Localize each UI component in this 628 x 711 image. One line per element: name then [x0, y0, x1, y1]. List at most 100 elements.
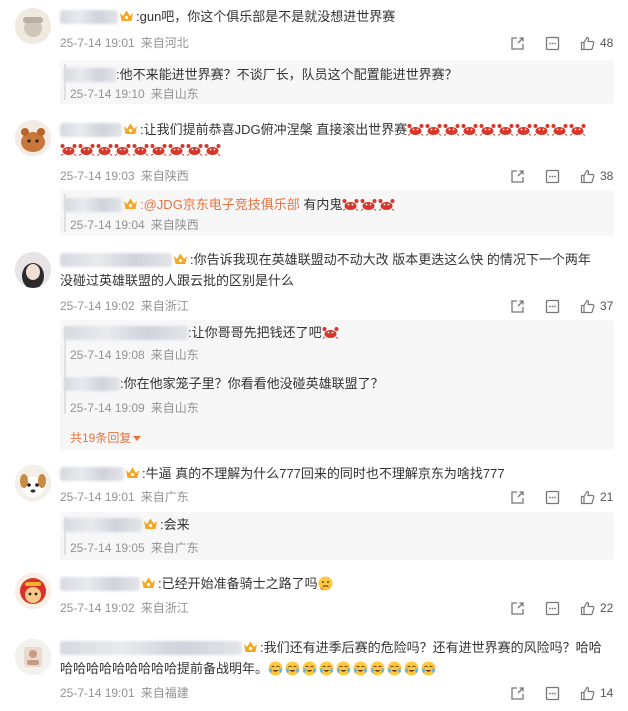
reply-location: 来自广东: [150, 541, 199, 555]
like-count: 21: [600, 490, 614, 504]
thumbs-up-icon[interactable]: [580, 686, 595, 701]
comment-actions: 38: [490, 168, 616, 184]
username[interactable]: [60, 641, 242, 655]
reply-time: 25-7-14 19:08: [70, 348, 145, 362]
emoji-row: [342, 197, 396, 212]
comment-icon[interactable]: [545, 36, 560, 51]
vip-crown-icon: [126, 467, 139, 478]
avatar[interactable]: [15, 639, 51, 675]
crab-emoji-icon: [150, 144, 167, 156]
comment-time: 25-7-14 19:02: [60, 601, 135, 615]
comment-location: 来自陕西: [140, 169, 189, 183]
emoji-row: [407, 122, 587, 137]
username[interactable]: [64, 518, 142, 532]
comment-icon[interactable]: [545, 686, 560, 701]
crab-emoji-icon: [342, 199, 359, 211]
comment-text: :gun吧，你这个俱乐部是不是就没想进世界赛: [136, 9, 396, 24]
comment-actions: 48: [490, 35, 616, 51]
comment-icon[interactable]: [545, 169, 560, 184]
username[interactable]: [60, 577, 140, 591]
comment-item: :让我们提前恭喜JDG俯冲涅槃 直接滚出世界赛 25-7-14 19:03 来自陕…: [0, 110, 628, 240]
crying-laugh-emoji-icon: [285, 661, 300, 676]
more-replies-link[interactable]: 共19条回复: [70, 430, 142, 446]
comment-line: :牛逼 真的不理解为什么777回来的同时也不理解京东为啥找777: [60, 464, 614, 484]
vip-crown-icon: [142, 577, 155, 588]
share-icon[interactable]: [510, 299, 525, 314]
comment-location: 来自广东: [140, 490, 189, 504]
crying-laugh-emoji-icon: [336, 661, 351, 676]
username[interactable]: [64, 377, 120, 391]
comment-text: 哈哈哈哈哈哈哈哈哈提前备战明年。: [60, 661, 269, 676]
username[interactable]: [64, 326, 188, 340]
comment-location: 来自浙江: [140, 601, 189, 615]
vip-crown-icon: [124, 198, 137, 209]
share-icon[interactable]: [510, 490, 525, 505]
thumbs-up-icon[interactable]: [580, 601, 595, 616]
crying-laugh-emoji-icon: [387, 661, 402, 676]
comment-item: :我们还有进季后赛的危险吗？还有进世界赛的风险吗？哈哈 哈哈哈哈哈哈哈哈哈提前备…: [0, 627, 628, 711]
comment-text: :我们还有进季后赛的危险吗？还有进世界赛的风险吗？哈哈: [260, 640, 602, 655]
username[interactable]: [60, 123, 122, 137]
comment-icon[interactable]: [545, 601, 560, 616]
crying-laugh-emoji-icon: [404, 661, 419, 676]
comment-text: :你告诉我现在英雄联盟动不动大改 版本更迭这么快 的情况下一个两年: [190, 252, 591, 267]
emoji-row: [322, 325, 340, 340]
reply-meta: 25-7-14 19:10 来自山东: [70, 86, 199, 102]
thumbs-up-icon[interactable]: [580, 490, 595, 505]
comment-line: :让我们提前恭喜JDG俯冲涅槃 直接滚出世界赛: [60, 120, 614, 140]
share-icon[interactable]: [510, 686, 525, 701]
reply-line: :他不来能进世界赛？不谈厂长，队员这个配置能进世界赛？: [64, 65, 458, 85]
crab-emoji-icon: [479, 124, 496, 136]
comment-location: 来自福建: [140, 686, 189, 700]
comment-time: 25-7-14 19:01: [60, 490, 135, 504]
avatar[interactable]: [15, 8, 51, 44]
thumbs-up-icon[interactable]: [580, 36, 595, 51]
reply-meta: 25-7-14 19:05 来自广东: [70, 540, 199, 556]
reply-location: 来自山东: [150, 348, 199, 362]
crab-emoji-icon: [443, 124, 460, 136]
more-replies-label: 共19条回复: [70, 431, 132, 445]
reply-line: :你在他家笼子里？你看看他没碰英雄联盟了？: [64, 374, 384, 394]
comment-time: 25-7-14 19:02: [60, 299, 135, 313]
username[interactable]: [60, 10, 118, 24]
share-icon[interactable]: [510, 169, 525, 184]
mention-link[interactable]: :@JDG京东电子竞技俱乐部: [140, 197, 300, 212]
comment-line: :你告诉我现在英雄联盟动不动大改 版本更迭这么快 的情况下一个两年: [60, 250, 614, 270]
share-icon[interactable]: [510, 36, 525, 51]
avatar[interactable]: [15, 465, 51, 501]
emoji-row: [60, 142, 222, 157]
crab-emoji-icon: [96, 144, 113, 156]
username[interactable]: [64, 68, 116, 82]
username[interactable]: [60, 467, 124, 481]
comment-actions: 21: [490, 489, 616, 505]
comment-time: 25-7-14 19:01: [60, 36, 135, 50]
comment-actions: 37: [490, 298, 616, 314]
crab-emoji-icon: [533, 124, 550, 136]
comment-line: :已经开始准备骑士之路了吗: [60, 574, 614, 594]
reply-time: 25-7-14 19:04: [70, 218, 145, 232]
avatar[interactable]: [15, 252, 51, 288]
share-icon[interactable]: [510, 601, 525, 616]
reply-time: 25-7-14 19:09: [70, 401, 145, 415]
vip-crown-icon: [244, 641, 257, 652]
crying-laugh-emoji-icon: [302, 661, 317, 676]
thumbs-up-icon[interactable]: [580, 169, 595, 184]
comment-icon[interactable]: [545, 299, 560, 314]
crab-emoji-icon: [569, 124, 586, 136]
reply-location: 来自山东: [150, 401, 199, 415]
avatar[interactable]: [15, 120, 51, 156]
comment-item: :已经开始准备骑士之路了吗 25-7-14 19:02 来自浙江 22: [0, 567, 628, 627]
comment-item: :你告诉我现在英雄联盟动不动大改 版本更迭这么快 的情况下一个两年 没碰过英雄联…: [0, 240, 628, 455]
username[interactable]: [60, 253, 172, 267]
comment-icon[interactable]: [545, 490, 560, 505]
crab-emoji-icon: [186, 144, 203, 156]
thumbs-up-icon[interactable]: [580, 299, 595, 314]
reply-location: 来自山东: [150, 87, 199, 101]
username[interactable]: [64, 198, 122, 212]
comment-text: :让我们提前恭喜JDG俯冲涅槃 直接滚出世界赛: [140, 122, 408, 137]
comment-line: [60, 140, 222, 160]
comment-location: 来自浙江: [140, 299, 189, 313]
comment-meta: 25-7-14 19:01 来自福建: [60, 685, 189, 701]
like-count: 37: [600, 299, 614, 313]
avatar[interactable]: [15, 573, 51, 609]
